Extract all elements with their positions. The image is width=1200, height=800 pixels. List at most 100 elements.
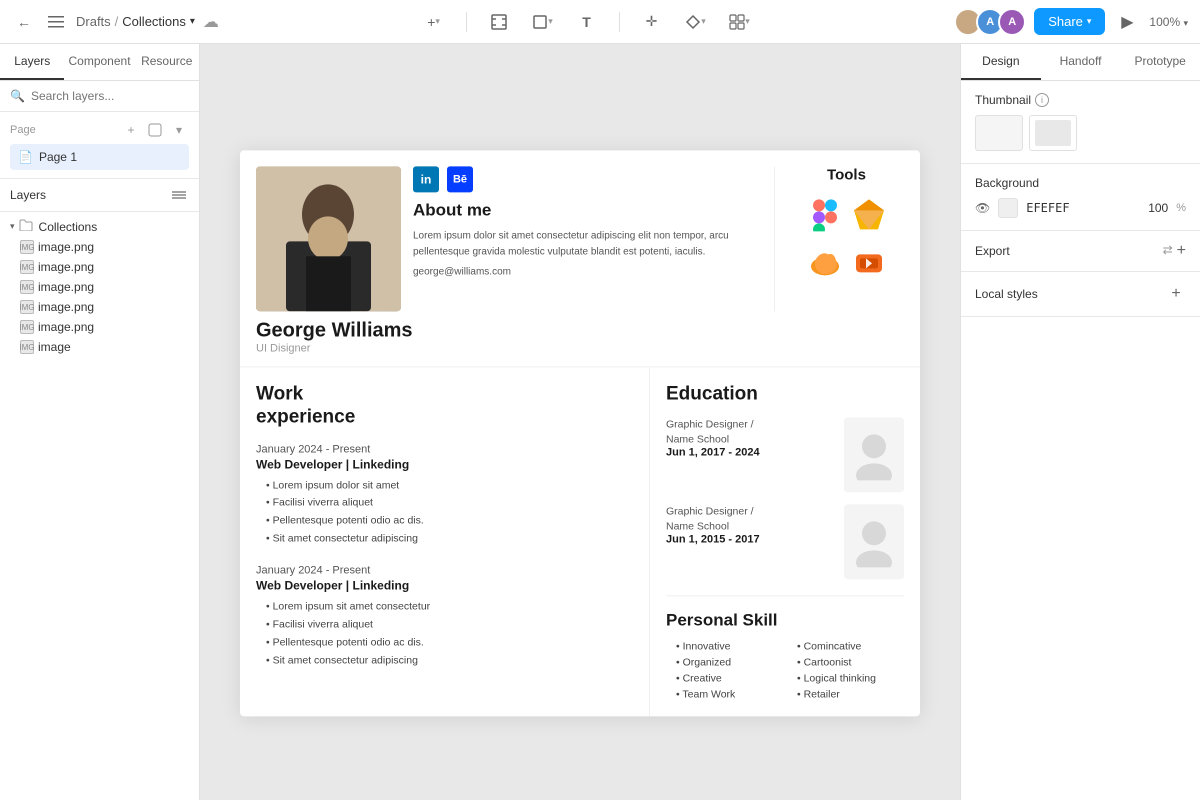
- tools-section: Tools: [774, 166, 904, 311]
- edu-date-2: Jun 1, 2015 - 2017: [666, 534, 760, 546]
- layer-item-4[interactable]: IMG image.png: [0, 297, 199, 317]
- breadcrumb-current[interactable]: Collections ▾: [122, 14, 195, 29]
- sketch-icon: [852, 197, 886, 236]
- tab-prototype[interactable]: Prototype: [1120, 44, 1200, 80]
- add-button[interactable]: + ▾: [418, 6, 450, 38]
- export-add-icon[interactable]: +: [1177, 243, 1186, 259]
- grid-tool-button[interactable]: ▾: [724, 6, 756, 38]
- breadcrumb-separator: /: [115, 14, 119, 29]
- thumbnail-info-icon[interactable]: i: [1035, 93, 1049, 107]
- layer-label-6: image: [38, 340, 71, 354]
- image-layer-icon-4: IMG: [20, 300, 34, 314]
- menu-button[interactable]: [44, 10, 68, 34]
- percent-sign: %: [1176, 202, 1186, 214]
- search-box: 🔍: [0, 81, 199, 112]
- zoom-indicator[interactable]: 100% ▾: [1149, 15, 1188, 29]
- export-settings-icon[interactable]: ⇄: [1163, 243, 1173, 259]
- component-tool-button[interactable]: ▾: [680, 6, 712, 38]
- work-company-2: Web Developer | Linkeding: [256, 578, 633, 592]
- skill-comincative: • Comincative: [787, 640, 904, 652]
- work-section-title: Workexperience: [256, 383, 633, 429]
- image-layer-icon-1: IMG: [20, 240, 34, 254]
- linkedin-icon: in: [413, 166, 439, 192]
- background-label: Background: [975, 176, 1186, 190]
- layer-item-5[interactable]: IMG image.png: [0, 317, 199, 337]
- local-styles-header: Local styles +: [975, 284, 1186, 304]
- back-button[interactable]: ←: [12, 10, 36, 34]
- local-styles-section: Local styles +: [961, 272, 1200, 317]
- tab-design[interactable]: Design: [961, 44, 1041, 80]
- thumbnail-box-1: [975, 115, 1023, 151]
- cloud-icon[interactable]: ☁: [203, 12, 219, 32]
- left-panel: Layers Component Resource 🔍 Page +: [0, 44, 200, 800]
- skill-innovative: • Innovative: [666, 640, 783, 652]
- breadcrumb-drafts[interactable]: Drafts: [76, 14, 111, 29]
- search-input[interactable]: [31, 89, 189, 103]
- tab-layers[interactable]: Layers: [0, 44, 64, 80]
- frame-tool-button[interactable]: [483, 6, 515, 38]
- skill-cartoonist: • Cartoonist: [787, 656, 904, 668]
- tool-divider-2: [619, 12, 620, 32]
- page-options-button[interactable]: [145, 120, 165, 140]
- thumbnail-section: Thumbnail i: [961, 81, 1200, 164]
- layer-item-2[interactable]: IMG image.png: [0, 257, 199, 277]
- page-icon: 📄: [18, 150, 33, 164]
- color-swatch[interactable]: [998, 198, 1018, 218]
- profile-title: UI Disigner: [256, 342, 904, 354]
- color-row: 👁 EFEFEF 100 %: [975, 198, 1186, 218]
- opacity-value[interactable]: 100: [1148, 201, 1168, 215]
- layer-item-1[interactable]: IMG image.png: [0, 237, 199, 257]
- color-hex[interactable]: EFEFEF: [1026, 201, 1140, 215]
- skill-organized: • Organized: [666, 656, 783, 668]
- page-chevron-button[interactable]: ▾: [169, 120, 189, 140]
- page-label: Page: [10, 124, 36, 136]
- profile-name-area: George Williams UI Disigner: [240, 311, 920, 366]
- tab-component[interactable]: Component: [64, 44, 134, 80]
- tab-handoff[interactable]: Handoff: [1041, 44, 1121, 80]
- figma-icon: [808, 197, 842, 236]
- move-tool-button[interactable]: ✛: [636, 6, 668, 38]
- skill-creative: • Creative: [666, 672, 783, 684]
- layer-item-6[interactable]: IMG image: [0, 337, 199, 357]
- left-panel-tabs: Layers Component Resource: [0, 44, 199, 81]
- right-column: Education Graphic Designer /Name School …: [650, 367, 920, 716]
- local-styles-label: Local styles: [975, 287, 1038, 301]
- layer-item-3[interactable]: IMG image.png: [0, 277, 199, 297]
- layer-label-collections: Collections: [39, 220, 98, 234]
- work-date-2: January 2024 - Present: [256, 564, 633, 576]
- visibility-icon[interactable]: 👁: [975, 201, 990, 215]
- search-icon: 🔍: [10, 89, 25, 103]
- play-button[interactable]: ▶: [1113, 8, 1141, 36]
- page-item[interactable]: 📄 Page 1: [10, 144, 189, 170]
- export-header: Export ⇄ +: [975, 243, 1186, 259]
- layer-label-1: image.png: [38, 240, 94, 254]
- thumbnail-preview: [975, 115, 1186, 151]
- page-section: Page + ▾ 📄 Page 1: [0, 112, 199, 179]
- tab-resource[interactable]: Resource: [135, 44, 199, 80]
- add-page-button[interactable]: +: [121, 120, 141, 140]
- edu-entry-2: Graphic Designer /Name School Jun 1, 201…: [666, 504, 904, 579]
- add-tool-group: + ▾: [418, 6, 450, 38]
- text-tool-button[interactable]: T: [571, 6, 603, 38]
- work-section: Workexperience January 2024 - Present We…: [240, 367, 650, 716]
- education-section: Education Graphic Designer /Name School …: [666, 383, 904, 579]
- share-button[interactable]: Share ▾: [1034, 8, 1105, 35]
- thumbnail-box-2: [1029, 115, 1077, 151]
- image-layer-icon-5: IMG: [20, 320, 34, 334]
- layer-item-collections[interactable]: ▾ Collections: [0, 216, 199, 237]
- edu-degree-2: Graphic Designer /Name School: [666, 504, 760, 533]
- avatar-group: A A: [954, 8, 1026, 36]
- work-list-1: • Lorem ipsum dolor sit amet • Facilisi …: [256, 477, 633, 548]
- local-styles-add-icon[interactable]: +: [1166, 284, 1186, 304]
- tools-grid: [808, 197, 886, 285]
- export-section: Export ⇄ +: [961, 231, 1200, 272]
- collapse-layers-button[interactable]: [169, 185, 189, 205]
- export-actions: ⇄ +: [1163, 243, 1186, 259]
- skills-section: Personal Skill • Innovative • Comincativ…: [666, 595, 904, 700]
- layer-label-5: image.png: [38, 320, 94, 334]
- edu-avatar-2: [844, 504, 904, 579]
- layers-actions: [169, 185, 189, 205]
- topbar-center: + ▾ ▾ T ✛: [227, 6, 946, 38]
- shape-tool-button[interactable]: ▾: [527, 6, 559, 38]
- profile-photo: [256, 166, 401, 311]
